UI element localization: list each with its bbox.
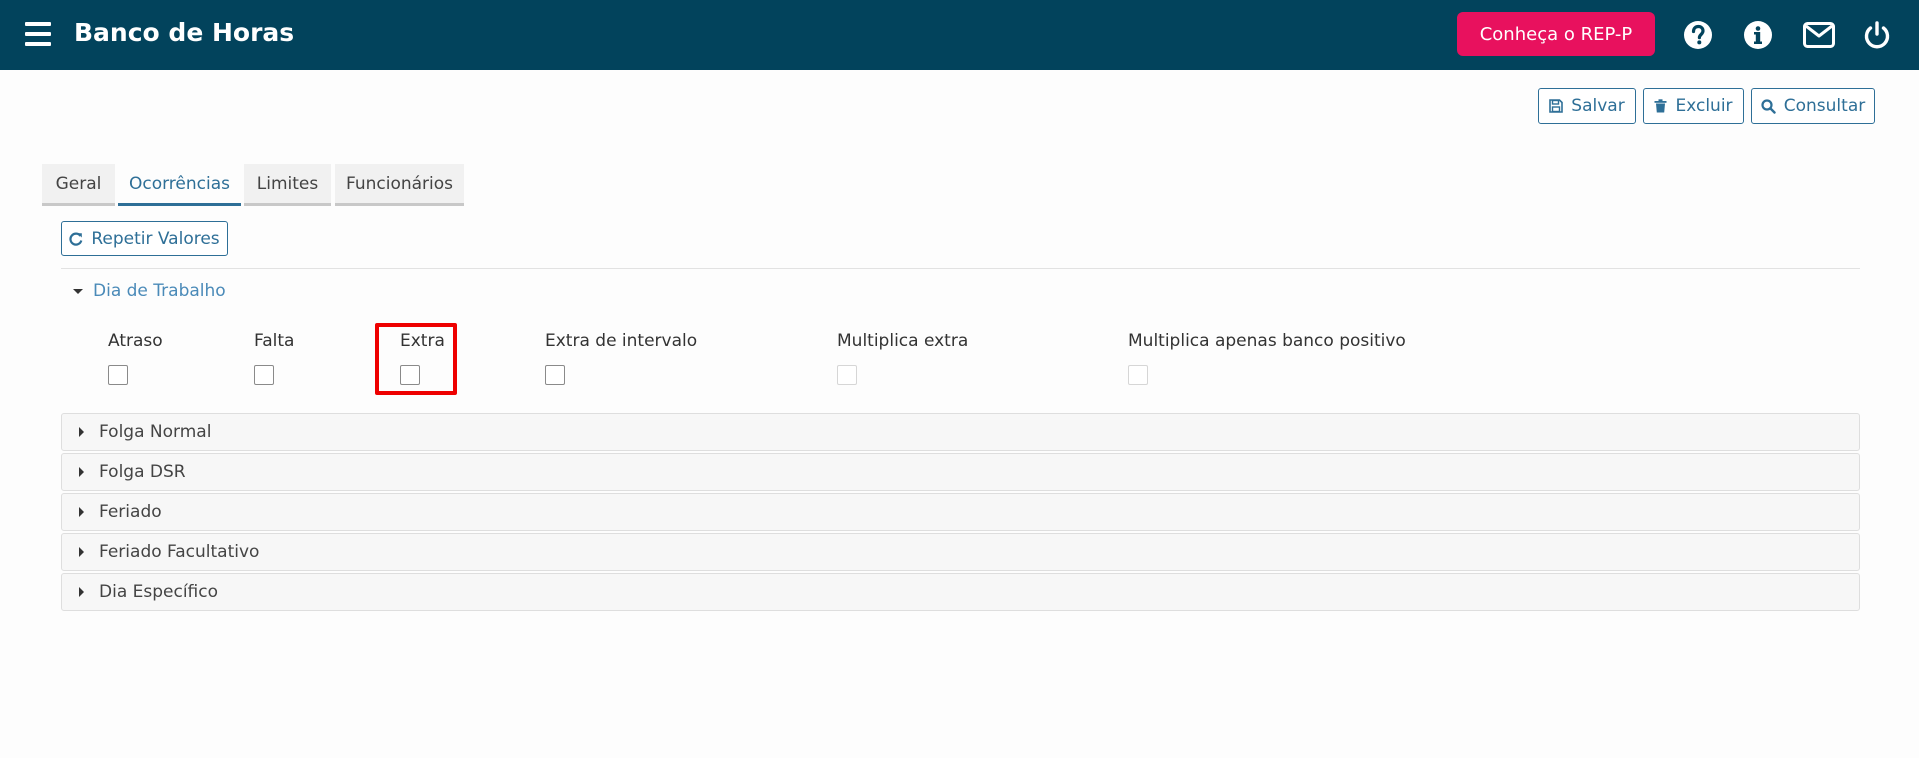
tab-limites[interactable]: Limites <box>244 164 331 206</box>
field-atraso: Atraso <box>108 329 163 385</box>
field-multiplica-apenas-banco-positivo: Multiplica apenas banco positivo <box>1128 329 1406 385</box>
power-icon[interactable] <box>1860 18 1894 52</box>
menu-icon[interactable] <box>25 22 51 46</box>
section-title: Dia de Trabalho <box>93 281 226 301</box>
delete-button-label: Excluir <box>1675 96 1733 116</box>
falta-checkbox[interactable] <box>254 365 274 385</box>
caret-right-icon <box>79 587 84 597</box>
top-bar: Banco de Horas Conheça o REP-P <box>0 0 1919 70</box>
field-label: Multiplica extra <box>837 331 969 351</box>
mail-icon[interactable] <box>1802 18 1836 52</box>
repeat-values-label: Repetir Valores <box>91 228 220 249</box>
divider <box>61 268 1860 269</box>
tab-funcionarios[interactable]: Funcionários <box>335 164 464 206</box>
multiplica-apenas-banco-positivo-checkbox[interactable] <box>1128 365 1148 385</box>
caret-right-icon <box>79 467 84 477</box>
section-title: Folga DSR <box>99 462 186 482</box>
refresh-icon <box>69 232 83 246</box>
section-title: Dia Específico <box>99 582 219 602</box>
tab-geral[interactable]: Geral <box>42 164 115 206</box>
highlight-box <box>375 323 457 395</box>
field-label: Atraso <box>108 331 163 351</box>
query-button-label: Consultar <box>1783 96 1866 116</box>
section-dia-de-trabalho[interactable]: Dia de Trabalho <box>73 276 226 306</box>
rep-p-button[interactable]: Conheça o REP-P <box>1457 12 1655 56</box>
section-folga-normal[interactable]: Folga Normal <box>61 413 1860 451</box>
field-multiplica-extra: Multiplica extra <box>837 329 968 385</box>
delete-button[interactable]: Excluir <box>1643 88 1744 124</box>
section-dia-especifico[interactable]: Dia Específico <box>61 573 1860 611</box>
help-icon[interactable] <box>1681 18 1715 52</box>
section-title: Folga Normal <box>99 422 212 442</box>
section-folga-dsr[interactable]: Folga DSR <box>61 453 1860 491</box>
field-extra-de-intervalo: Extra de intervalo <box>545 329 697 385</box>
section-title: Feriado Facultativo <box>99 542 260 562</box>
tab-ocorrencias[interactable]: Ocorrências <box>118 164 241 206</box>
extra-de-intervalo-checkbox[interactable] <box>545 365 565 385</box>
field-label: Extra de intervalo <box>545 331 698 351</box>
atraso-checkbox[interactable] <box>108 365 128 385</box>
caret-right-icon <box>79 427 84 437</box>
floppy-disk-icon <box>1549 99 1564 113</box>
info-icon[interactable] <box>1741 18 1775 52</box>
repeat-values-button[interactable]: Repetir Valores <box>61 221 228 256</box>
page-title: Banco de Horas <box>74 18 295 47</box>
section-feriado[interactable]: Feriado <box>61 493 1860 531</box>
section-feriado-facultativo[interactable]: Feriado Facultativo <box>61 533 1860 571</box>
field-label: Falta <box>254 331 295 351</box>
save-button[interactable]: Salvar <box>1538 88 1636 124</box>
section-title: Feriado <box>99 502 162 522</box>
search-icon <box>1761 98 1776 114</box>
query-button[interactable]: Consultar <box>1751 88 1875 124</box>
caret-right-icon <box>79 507 84 517</box>
save-button-label: Salvar <box>1571 96 1625 116</box>
caret-down-icon <box>73 288 83 294</box>
field-falta: Falta <box>254 329 294 385</box>
trash-icon <box>1654 99 1667 113</box>
caret-right-icon <box>79 547 84 557</box>
field-label: Multiplica apenas banco positivo <box>1128 331 1406 351</box>
multiplica-extra-checkbox[interactable] <box>837 365 857 385</box>
